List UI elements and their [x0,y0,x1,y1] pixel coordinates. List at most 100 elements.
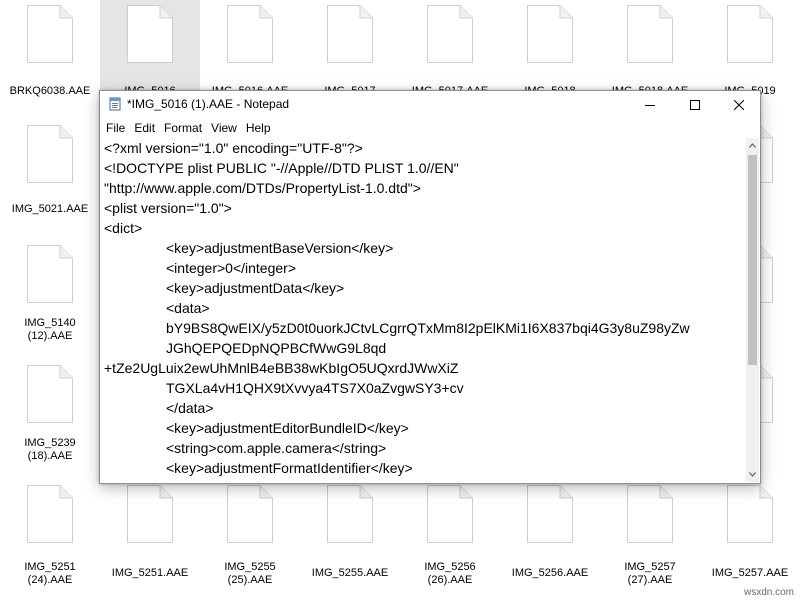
scroll-down-button[interactable] [746,467,759,482]
minimize-button[interactable] [627,91,672,118]
document-icon [527,485,573,543]
document-icon [27,365,73,423]
vertical-scrollbar[interactable] [746,138,759,482]
line-text: <?xml version="1.0" encoding="UTF-8"?> [104,140,363,156]
document-icon [327,485,373,543]
notepad-app-icon [108,97,122,111]
file-name: IMG_5257.AAE [711,567,789,579]
text-line: bY9BS8QwEIX/y5zD0t0uorkJCtvLCgrrQTxMm8I2… [104,318,746,338]
file-item[interactable]: IMG_5021.AAE [0,119,100,239]
document-icon [127,5,173,63]
file-item[interactable]: BRKQ6038.AAE [0,0,100,119]
chevron-up-icon [749,143,756,148]
file-item[interactable]: IMG_5140 (12).AAE [0,239,100,359]
line-text: </data> [166,400,214,416]
file-item[interactable]: IMG_5251 (24).AAE [0,479,100,599]
text-line: <dict> [104,218,746,238]
notepad-window[interactable]: *IMG_5016 (1).AAE - Notepad File Edit Fo… [99,90,761,484]
text-line: <plist version="1.0"> [104,198,746,218]
text-line: <key>adjustmentBaseVersion</key> [104,238,746,258]
menu-bar: File Edit Format View Help [100,118,760,138]
minimize-icon [644,104,655,106]
document-icon [227,5,273,63]
text-line: <data> [104,298,746,318]
file-name: IMG_5140 (12).AAE [24,317,76,342]
file-name: IMG_5256.AAE [511,567,589,579]
file-item[interactable]: IMG_5256 (26).AAE [400,479,500,599]
text-line: JGhQEPQEDpNQPBCfWwG9L8qd [104,338,746,358]
line-text: <!DOCTYPE plist PUBLIC "-//Apple//DTD PL… [104,160,459,176]
line-text: <string>com.apple.photo</string> [166,480,375,482]
file-item[interactable]: IMG_5256.AAE [500,479,600,599]
document-icon [527,5,573,63]
file-item[interactable]: IMG_5239 (18).AAE [0,359,100,479]
file-name: IMG_5255 (25).AAE [224,561,276,586]
file-item[interactable]: IMG_5251.AAE [100,479,200,599]
line-text: <key>adjustmentFormatIdentifier</key> [166,460,413,476]
window-title: *IMG_5016 (1).AAE - Notepad [127,97,290,111]
line-text: <dict> [104,220,143,236]
line-text: "http://www.apple.com/DTDs/PropertyList-… [104,180,421,196]
document-icon [727,5,773,63]
text-line: <key>adjustmentData</key> [104,278,746,298]
text-line: +tZe2UgLuix2ewUhMnlB4eBB38wKbIgO5UQxrdJW… [104,358,746,378]
document-icon [727,485,773,543]
line-text: <string>com.apple.camera</string> [166,440,387,456]
text-line: <!DOCTYPE plist PUBLIC "-//Apple//DTD PL… [104,158,746,178]
file-item[interactable]: IMG_5255.AAE [300,479,400,599]
line-text: <key>adjustmentEditorBundleID</key> [166,420,409,436]
text-line: <string>com.apple.camera</string> [104,438,746,458]
text-line: "http://www.apple.com/DTDs/PropertyList-… [104,178,746,198]
line-text: <integer>0</integer> [166,260,296,276]
scroll-thumb[interactable] [748,155,757,365]
document-icon [327,5,373,63]
maximize-button[interactable] [672,91,717,118]
menu-edit[interactable]: Edit [130,119,159,138]
document-icon [427,485,473,543]
text-line: <string>com.apple.photo</string> [104,478,746,482]
line-text: TGXLa4vH1QHX9tXvvya4TS7X0aZvgwSY3+cv [166,380,464,396]
title-bar[interactable]: *IMG_5016 (1).AAE - Notepad [100,91,760,118]
menu-file[interactable]: File [102,119,129,138]
text-line: </data> [104,398,746,418]
close-icon [733,99,744,110]
document-icon [627,5,673,63]
menu-help[interactable]: Help [242,119,275,138]
close-button[interactable] [716,91,761,118]
text-line: <?xml version="1.0" encoding="UTF-8"?> [104,138,746,158]
chevron-down-icon [749,472,756,477]
document-icon [27,245,73,303]
document-icon [227,485,273,543]
file-name: IMG_5255.AAE [311,567,389,579]
document-icon [627,485,673,543]
text-line: <integer>0</integer> [104,258,746,278]
text-line: TGXLa4vH1QHX9tXvvya4TS7X0aZvgwSY3+cv [104,378,746,398]
file-name: IMG_5251 (24).AAE [24,561,76,586]
document-icon [27,5,73,63]
document-icon [27,485,73,543]
line-text: <key>adjustmentBaseVersion</key> [166,240,394,256]
watermark: wsxdn.com [743,587,794,598]
file-item[interactable]: IMG_5257 (27).AAE [600,479,700,599]
file-item[interactable]: IMG_5257.AAE [700,479,800,599]
text-line: <key>adjustmentFormatIdentifier</key> [104,458,746,478]
maximize-icon [689,99,700,110]
document-icon [27,125,73,183]
file-name: IMG_5021.AAE [11,203,89,215]
line-text: <plist version="1.0"> [104,200,232,216]
menu-format[interactable]: Format [160,119,206,138]
text-editor[interactable]: <?xml version="1.0" encoding="UTF-8"?> <!… [101,138,746,482]
document-icon [427,5,473,63]
file-name: BRKQ6038.AAE [9,85,91,97]
file-item[interactable]: IMG_5255 (25).AAE [200,479,300,599]
editor-content[interactable]: <?xml version="1.0" encoding="UTF-8"?> <!… [101,138,746,482]
scroll-up-button[interactable] [746,138,759,153]
line-text: JGhQEPQEDpNQPBCfWwG9L8qd [166,340,387,356]
file-name: IMG_5256 (26).AAE [424,561,476,586]
line-text: bY9BS8QwEIX/y5zD0t0uorkJCtvLCgrrQTxMm8I2… [166,320,690,336]
file-name: IMG_5251.AAE [111,567,189,579]
document-icon [127,485,173,543]
line-text: <key>adjustmentData</key> [166,280,345,296]
line-text: <data> [166,300,210,316]
menu-view[interactable]: View [207,119,241,138]
